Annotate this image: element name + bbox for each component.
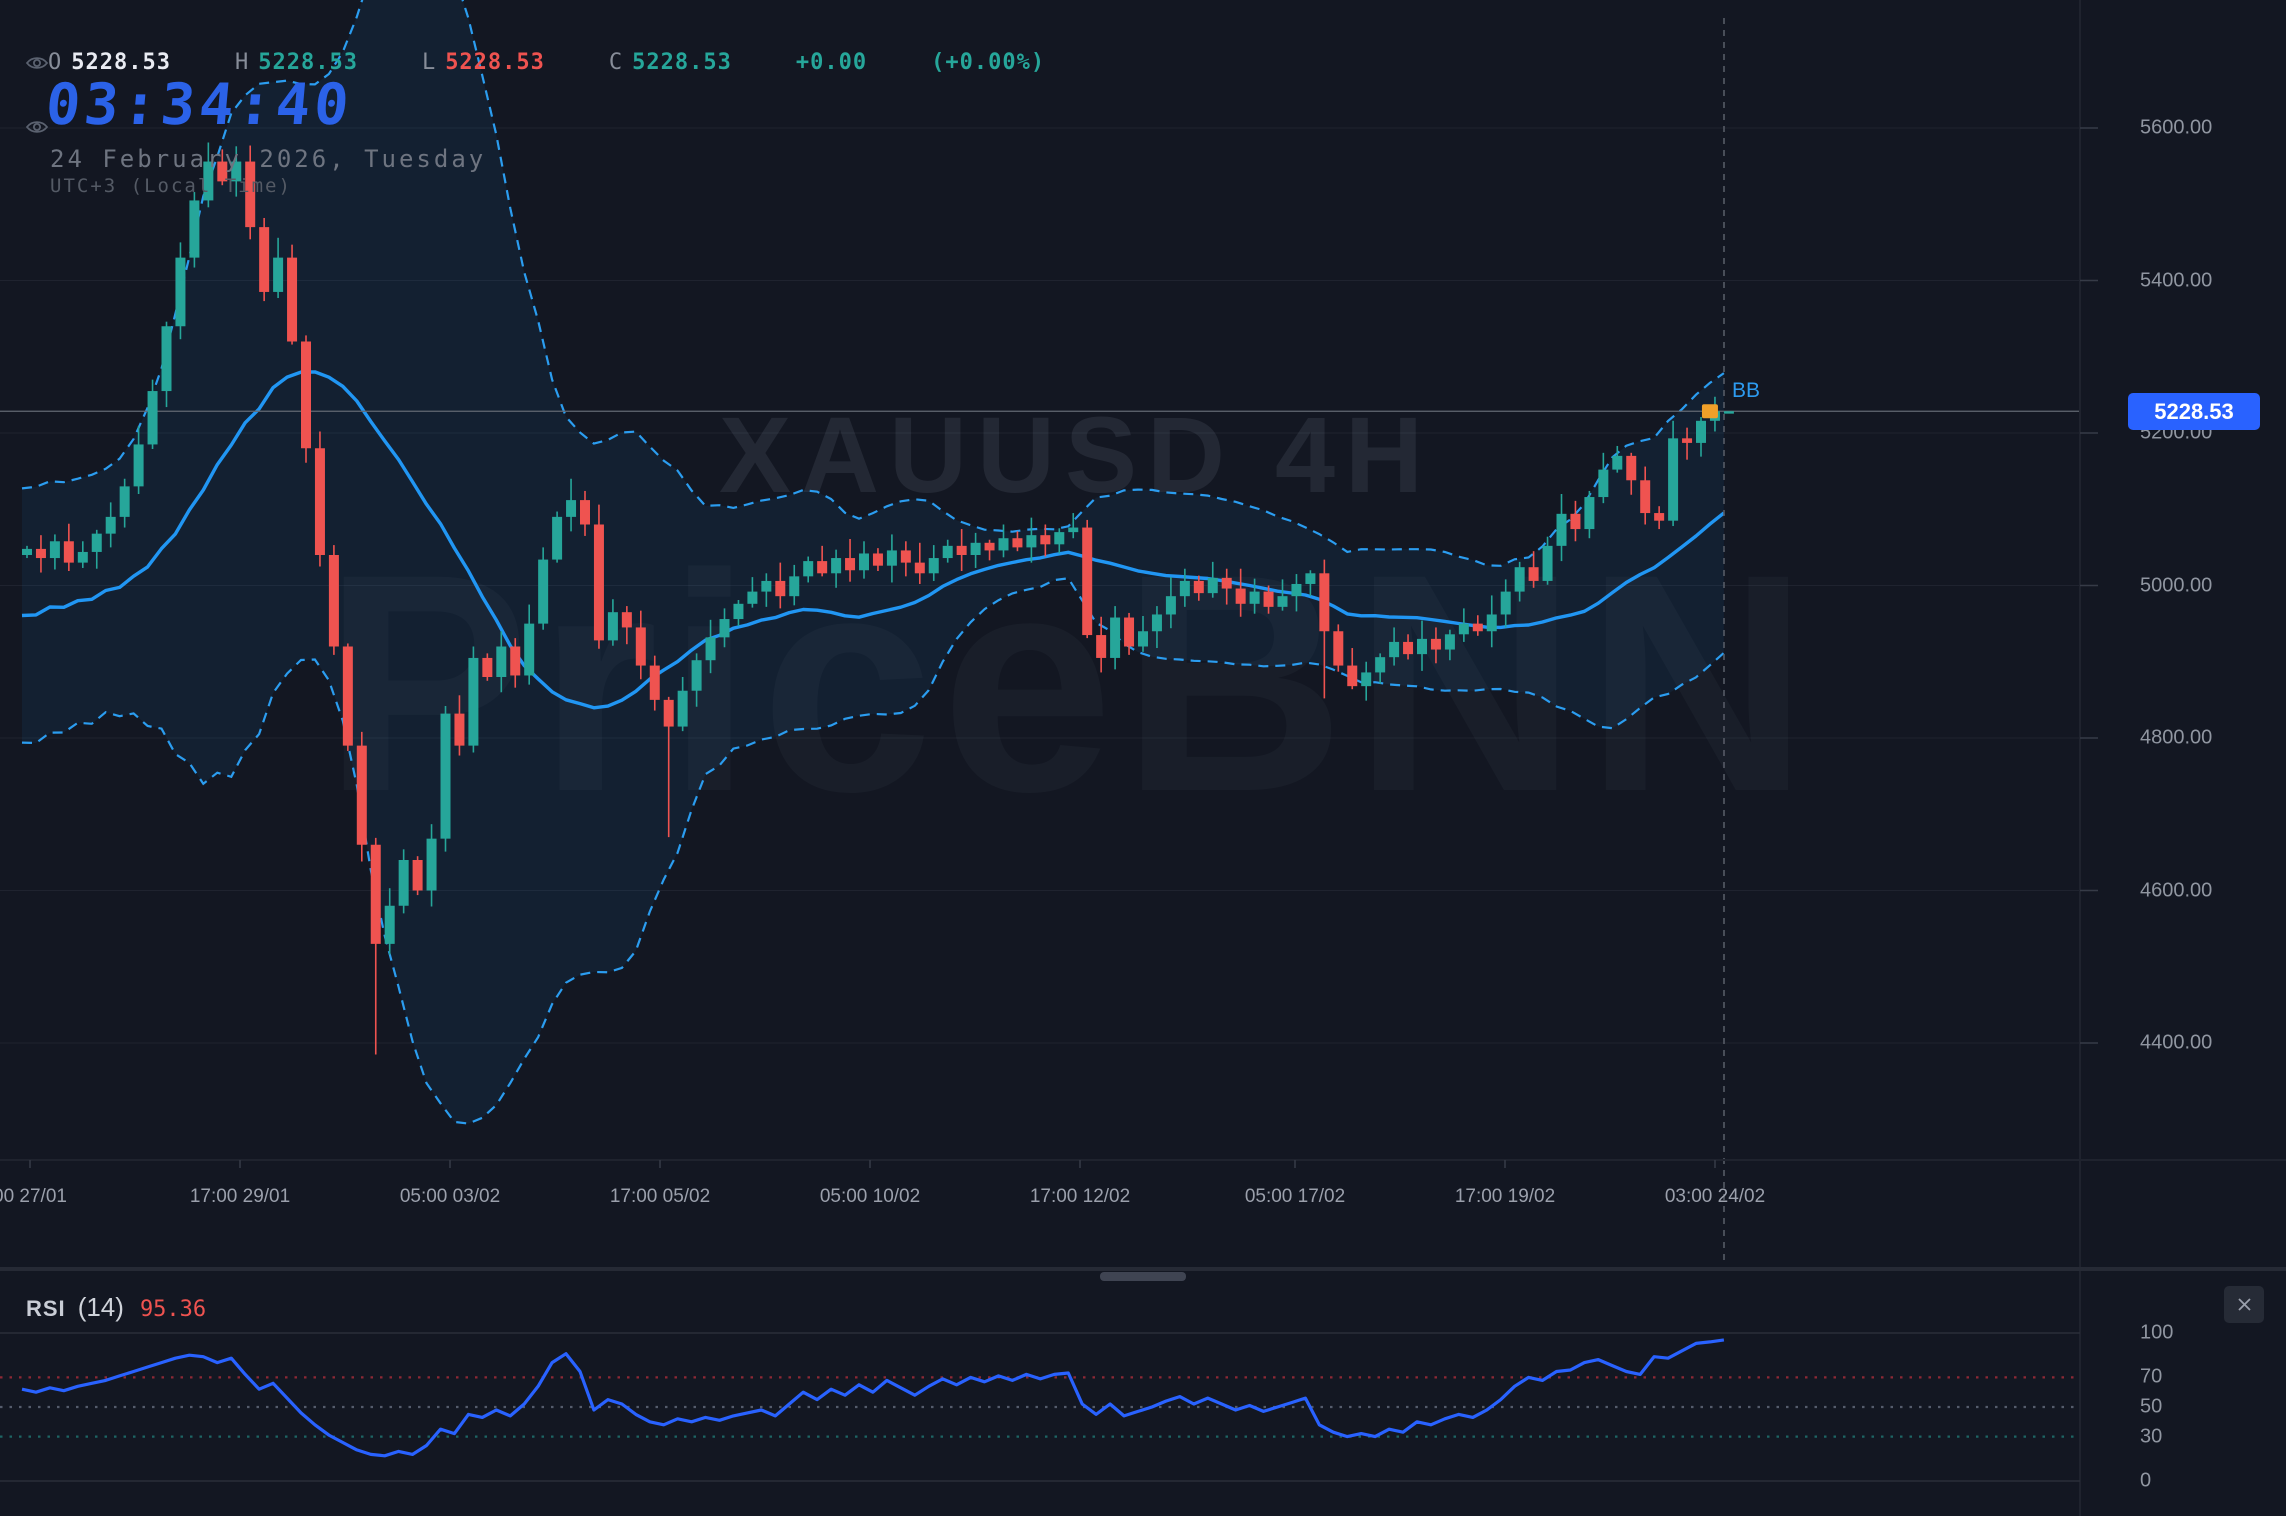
- time-tick-label: 17:00 19/02: [1455, 1186, 1555, 1208]
- rsi-indicator-header[interactable]: RSI (14) 95.36: [26, 1292, 206, 1323]
- low-label: L: [422, 50, 436, 75]
- countdown-clock: 03:34:40: [43, 72, 355, 138]
- rsi-tick-label: 50: [2140, 1396, 2162, 1419]
- rsi-value: 95.36: [140, 1297, 206, 1322]
- price-tick-label: 4400.00: [2140, 1032, 2212, 1055]
- time-tick-label: 05:00 10/02: [820, 1186, 920, 1208]
- price-tick-label: 5400.00: [2140, 269, 2212, 292]
- close-label: C: [609, 50, 623, 75]
- rsi-pane-area[interactable]: [0, 1286, 2080, 1516]
- rsi-tick-label: 30: [2140, 1425, 2162, 1448]
- time-axis[interactable]: [0, 1160, 2080, 1270]
- time-tick-label: 17:00 05/02: [610, 1186, 710, 1208]
- time-tick-label: 05:00 03/02: [400, 1186, 500, 1208]
- rsi-tick-label: 0: [2140, 1470, 2151, 1493]
- rsi-close-button[interactable]: [2224, 1286, 2264, 1323]
- low-value: 5228.53: [445, 50, 545, 75]
- rsi-tick-label: 70: [2140, 1366, 2162, 1389]
- eye-icon[interactable]: [25, 54, 49, 72]
- time-tick-label: 17:00 12/02: [1030, 1186, 1130, 1208]
- date-text: 24 February 2026, Tuesday: [50, 145, 486, 173]
- close-value: 5228.53: [632, 50, 732, 75]
- price-tick-label: 5600.00: [2140, 117, 2212, 140]
- change-percent: (+0.00%): [931, 50, 1045, 75]
- timezone-text: UTC+3 (Local Time): [50, 175, 292, 197]
- current-price-badge: 5228.53: [2128, 393, 2260, 430]
- price-tick-label: 5000.00: [2140, 574, 2212, 597]
- price-tick-label: 4600.00: [2140, 879, 2212, 902]
- rsi-title: RSI: [26, 1296, 66, 1322]
- time-tick-label: 00 27/01: [0, 1186, 67, 1208]
- time-tick-label: 17:00 29/01: [190, 1186, 290, 1208]
- time-tick-label: 03:00 24/02: [1665, 1186, 1765, 1208]
- pane-resize-grip[interactable]: [1100, 1272, 1186, 1281]
- close-icon: [2237, 1297, 2252, 1312]
- main-chart-area[interactable]: [0, 0, 2080, 1160]
- rsi-period: (14): [78, 1292, 124, 1323]
- change-value: +0.00: [796, 50, 867, 75]
- time-tick-label: 05:00 17/02: [1245, 1186, 1345, 1208]
- rsi-tick-label: 100: [2140, 1322, 2173, 1345]
- price-tick-label: 4800.00: [2140, 727, 2212, 750]
